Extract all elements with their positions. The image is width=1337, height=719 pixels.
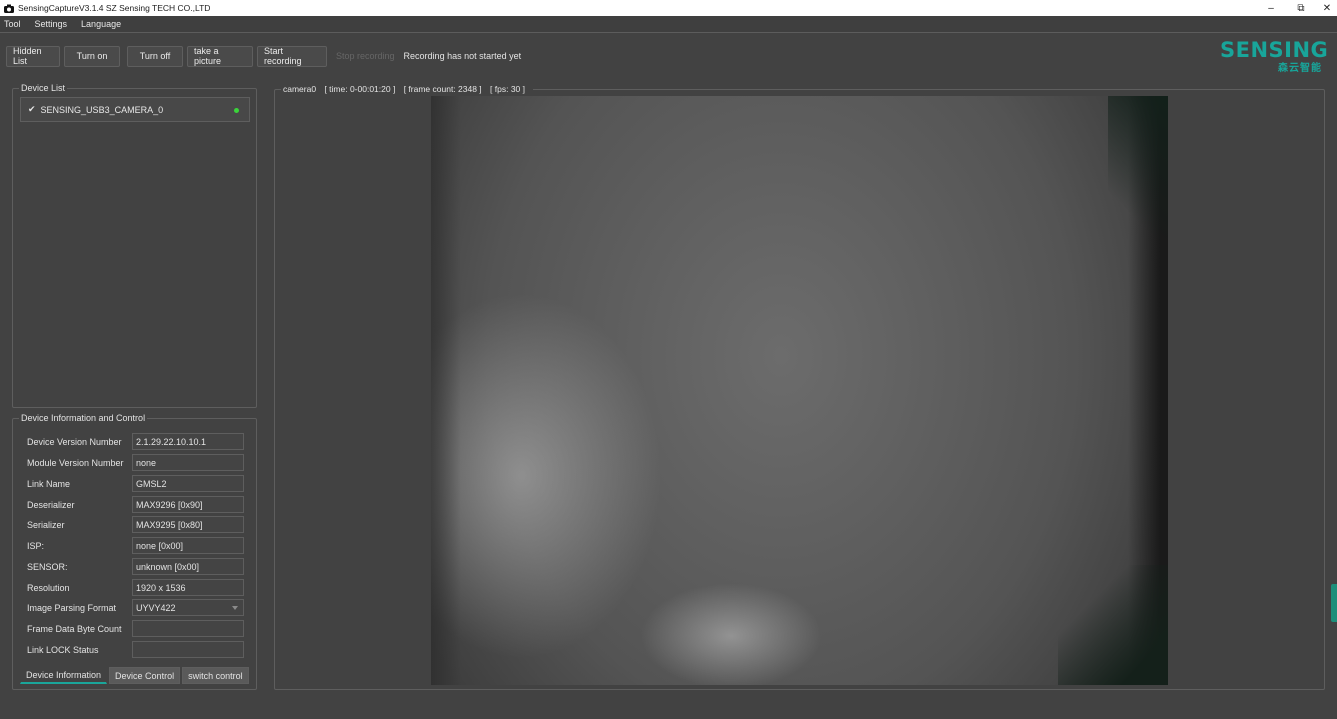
close-button[interactable]: ✕ [1312,0,1337,16]
take-picture-button[interactable]: take a picture [187,45,253,67]
info-row-image-format: Image Parsing Format UYVY422 [27,599,245,616]
info-value-field[interactable]: none [132,454,244,471]
tab-device-control[interactable]: Device Control [109,667,181,684]
camera-time: [ time: 0-00:01:20 ] [324,84,396,94]
info-label: SENSOR: [27,561,68,572]
recording-status: Recording has not started yet [403,51,522,61]
device-list-panel: Device List ✔ SENSING_USB3_CAMERA_0 [12,83,257,408]
info-label: Link Name [27,478,71,489]
info-row-isp: ISP: none [0x00] [27,537,245,554]
camera-name: camera0 [283,84,317,94]
sensing-logo: SENSING 森云智能 [1212,38,1328,74]
info-value-field[interactable] [132,641,244,658]
info-value-field[interactable]: 1920 x 1536 [132,579,244,596]
info-value-field[interactable]: 2.1.29.22.10.10.1 [132,433,244,450]
info-label: ISP: [27,540,45,551]
info-label: Module Version Number [27,457,124,468]
info-row-resolution: Resolution 1920 x 1536 [27,579,245,596]
start-recording-button[interactable]: Start recording [257,45,327,67]
info-row-link-lock: Link LOCK Status [27,641,245,658]
info-row-module-version: Module Version Number none [27,454,245,471]
info-value-field[interactable] [132,620,244,637]
info-label: Resolution [27,582,70,593]
camera-header: camera0 [ time: 0-00:01:20 ] [ frame cou… [281,84,534,94]
info-row-link-name: Link Name GMSL2 [27,475,245,492]
menu-bar: Tool Settings Language [0,16,1337,33]
info-row-frame-byte-count: Frame Data Byte Count [27,620,245,637]
camera-view-panel: camera0 [ time: 0-00:01:20 ] [ frame cou… [274,84,1325,690]
camera-frame-count: [ frame count: 2348 ] [403,84,482,94]
device-name: SENSING_USB3_CAMERA_0 [40,104,164,115]
logo-subtext: 森云智能 [1278,63,1322,74]
minimize-button[interactable]: – [1256,0,1286,16]
info-row-sensor: SENSOR: unknown [0x00] [27,558,245,575]
info-label: Link LOCK Status [27,644,99,655]
stop-recording-button[interactable]: Stop recording [331,46,400,67]
selected-format: UYVY422 [136,602,176,613]
device-info-title: Device Information and Control [19,413,148,423]
info-value-field[interactable]: MAX9296 [0x90] [132,496,244,513]
side-drawer-handle[interactable] [1331,584,1337,622]
menu-tool[interactable]: Tool [4,19,21,29]
info-row-serializer: Serializer MAX9295 [0x80] [27,516,245,533]
turn-on-button[interactable]: Turn on [64,45,120,67]
camera-preview-image [431,96,1168,685]
menu-settings[interactable]: Settings [35,19,68,29]
info-label: Frame Data Byte Count [27,623,122,634]
device-list-item[interactable]: ✔ SENSING_USB3_CAMERA_0 [20,97,250,122]
turn-off-button[interactable]: Turn off [127,45,183,67]
check-icon: ✔ [28,104,36,114]
camera-app-icon [4,4,14,13]
info-label: Device Version Number [27,436,122,447]
info-row-device-version: Device Version Number 2.1.29.22.10.10.1 [27,433,245,450]
tab-switch-control[interactable]: switch control [182,667,249,684]
info-value-field[interactable]: unknown [0x00] [132,558,244,575]
info-row-deserializer: Deserializer MAX9296 [0x90] [27,496,245,513]
hidden-list-button[interactable]: Hidden List [6,45,60,67]
title-bar: SensingCaptureV3.1.4 SZ Sensing TECH CO.… [0,0,1337,16]
info-label: Serializer [27,519,65,530]
window-title: SensingCaptureV3.1.4 SZ Sensing TECH CO.… [18,3,211,13]
device-info-panel: Device Information and Control Device Ve… [12,413,257,690]
menu-language[interactable]: Language [81,19,121,29]
toolbar: Hidden List Turn on Turn off take a pict… [6,45,521,67]
info-value-field[interactable]: MAX9295 [0x80] [132,516,244,533]
info-tabs: Device Information Device Control switch… [20,667,251,684]
info-label: Image Parsing Format [27,602,117,613]
image-format-select[interactable]: UYVY422 [132,599,244,616]
info-value-field[interactable]: GMSL2 [132,475,244,492]
camera-fps: [ fps: 30 ] [490,84,526,94]
info-label: Deserializer [27,499,75,510]
device-list-title: Device List [19,83,68,93]
info-value-field[interactable]: none [0x00] [132,537,244,554]
chevron-down-icon [232,606,238,610]
tab-device-information[interactable]: Device Information [20,667,108,684]
status-dot-icon [234,108,239,113]
